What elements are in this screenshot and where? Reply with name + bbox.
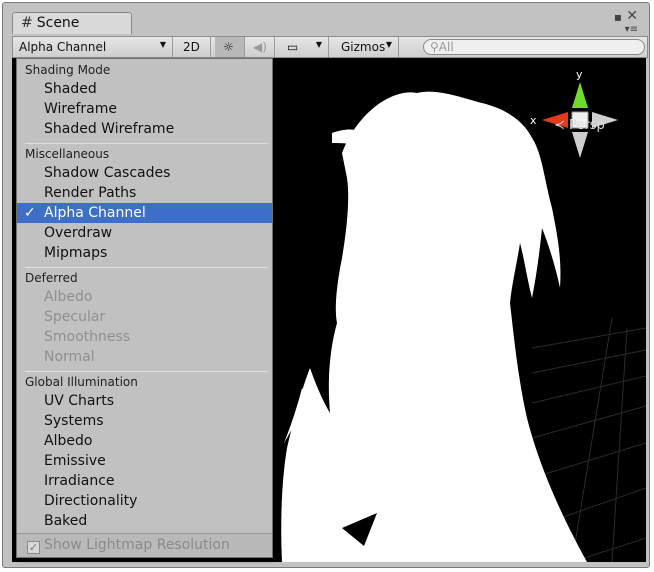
scene-hash-icon: #: [21, 15, 33, 31]
lighting-toggle-button[interactable]: ☼: [215, 37, 245, 57]
section-header-miscellaneous: Miscellaneous: [25, 147, 110, 161]
projection-label[interactable]: ≺ Persp: [554, 118, 605, 133]
y-axis-cone: [572, 82, 588, 108]
window-menu-icon[interactable]: ▾≡: [625, 24, 638, 35]
menu-item-mipmaps[interactable]: Mipmaps: [17, 243, 272, 263]
x-axis-label: x: [530, 114, 537, 127]
draw-mode-dropdown[interactable]: Alpha Channel ▼: [13, 37, 173, 57]
menu-separator: [25, 267, 268, 268]
close-icon[interactable]: ✕: [626, 8, 638, 24]
menu-separator: [25, 371, 268, 372]
2d-toggle-button[interactable]: 2D: [177, 37, 211, 57]
maximize-icon[interactable]: ▪: [614, 10, 622, 24]
menu-item-baked[interactable]: Baked: [17, 511, 272, 531]
tab-scene[interactable]: # Scene: [12, 12, 132, 34]
orientation-gizmo[interactable]: y x: [530, 68, 618, 158]
draw-mode-label: Alpha Channel: [19, 40, 107, 54]
show-lightmap-resolution-toggle[interactable]: ✓ Show Lightmap Resolution: [17, 533, 272, 557]
persp-arrow-icon: ≺: [554, 118, 570, 133]
checkbox-icon: ✓: [27, 541, 40, 554]
search-icon: ⚲: [430, 40, 439, 54]
menu-item-shaded[interactable]: Shaded: [17, 79, 272, 99]
menu-item-systems[interactable]: Systems: [17, 411, 272, 431]
menu-item-overdraw[interactable]: Overdraw: [17, 223, 272, 243]
gizmos-dropdown[interactable]: Gizmos ▼: [335, 37, 399, 57]
menu-item-uv-charts[interactable]: UV Charts: [17, 391, 272, 411]
menu-item-gi-albedo[interactable]: Albedo: [17, 431, 272, 451]
neg-y-cone: [572, 132, 588, 158]
menu-item-shadow-cascades[interactable]: Shadow Cascades: [17, 163, 272, 183]
menu-item-deferred-albedo: Albedo: [44, 289, 93, 305]
persp-text: Persp: [569, 118, 605, 133]
tab-title: Scene: [36, 15, 80, 31]
speaker-icon: ◀): [253, 40, 267, 54]
section-header-global-illumination: Global Illumination: [25, 375, 138, 389]
menu-item-normal: Normal: [44, 349, 95, 365]
audio-toggle-button[interactable]: ◀): [247, 37, 275, 57]
menu-item-label: Alpha Channel: [44, 205, 146, 221]
window-controls: ▪ ✕ ▾≡: [606, 8, 640, 38]
scene-toolbar: Alpha Channel ▼ 2D ☼ ◀) ▭ ▼ Gizmos ▼ ⚲Al…: [12, 36, 648, 58]
gizmos-label: Gizmos: [341, 40, 386, 54]
menu-item-shaded-wireframe[interactable]: Shaded Wireframe: [17, 119, 272, 139]
menu-item-directionality[interactable]: Directionality: [17, 491, 272, 511]
chevron-down-icon: ▼: [385, 40, 392, 49]
checkmark-icon: ✓: [24, 205, 36, 221]
menu-item-smoothness: Smoothness: [44, 329, 131, 345]
chevron-down-icon: ▼: [315, 40, 322, 49]
character-silhouette: [281, 91, 587, 562]
2d-label: 2D: [183, 40, 200, 54]
chevron-down-icon: ▼: [159, 40, 166, 49]
menu-separator: [25, 143, 268, 144]
sun-icon: ☼: [223, 40, 234, 54]
menu-item-alpha-channel[interactable]: ✓ Alpha Channel: [17, 203, 272, 223]
menu-item-specular: Specular: [44, 309, 106, 325]
y-axis-label: y: [576, 68, 583, 81]
menu-item-wireframe[interactable]: Wireframe: [17, 99, 272, 119]
search-input[interactable]: ⚲All: [423, 39, 645, 55]
search-placeholder: All: [438, 40, 454, 54]
menu-item-render-paths[interactable]: Render Paths: [17, 183, 272, 203]
effects-dropdown[interactable]: ▭ ▼: [281, 37, 329, 57]
section-header-deferred: Deferred: [25, 271, 78, 285]
menu-item-emissive[interactable]: Emissive: [17, 451, 272, 471]
menu-item-irradiance[interactable]: Irradiance: [17, 471, 272, 491]
draw-mode-menu: Shading Mode Shaded Wireframe Shaded Wir…: [16, 58, 273, 558]
image-icon: ▭: [287, 40, 299, 54]
show-lightmap-resolution-label: Show Lightmap Resolution: [44, 537, 230, 553]
section-header-shading-mode: Shading Mode: [25, 63, 111, 77]
